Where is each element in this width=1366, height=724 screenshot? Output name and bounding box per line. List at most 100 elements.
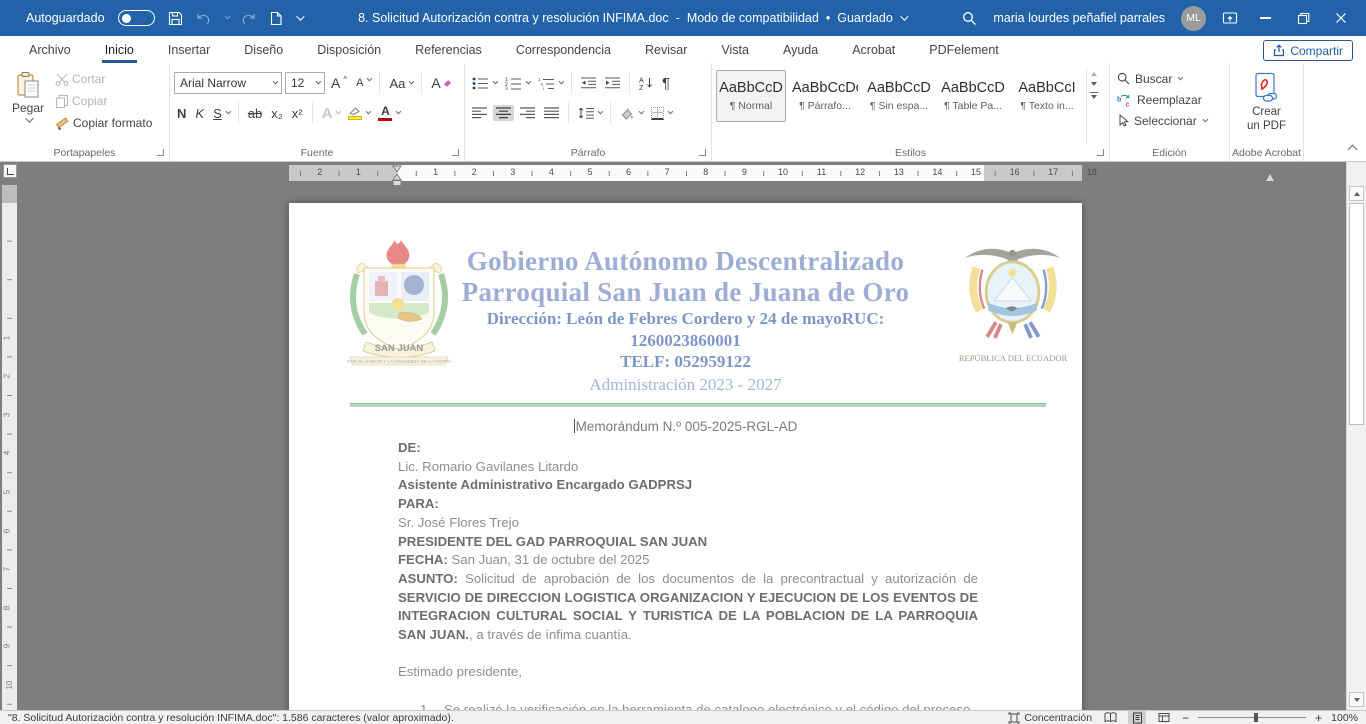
zoom-out-button[interactable]: − [1182, 712, 1189, 724]
style-card-1[interactable]: AaBbCcDc¶ Párrafo... [790, 70, 860, 122]
tab-referencias[interactable]: Referencias [398, 36, 499, 63]
style-card-4[interactable]: AaBbCcI¶ Texto in... [1012, 70, 1082, 122]
memo-greeting[interactable]: Estimado presidente, [398, 663, 978, 682]
justify-button[interactable] [541, 105, 562, 121]
zoom-in-button[interactable]: + [1315, 712, 1322, 724]
vertical-scrollbar[interactable] [1346, 162, 1366, 710]
ribbon-display-options-icon[interactable] [1222, 11, 1238, 25]
collapse-ribbon-icon[interactable] [1348, 145, 1358, 155]
bullets-button[interactable] [469, 75, 499, 92]
zoom-level[interactable]: 100% [1331, 712, 1358, 724]
tab-disposición[interactable]: Disposición [300, 36, 398, 63]
grow-font-button[interactable]: A^ [328, 73, 350, 93]
restore-button[interactable] [1292, 7, 1314, 29]
user-name[interactable]: maria lourdes peñafiel parrales [993, 11, 1165, 25]
memo-fecha[interactable]: FECHA: San Juan, 31 de octubre del 2025 [398, 551, 978, 570]
font-size-combo[interactable]: 12 [285, 72, 325, 94]
styles-more-button[interactable] [1090, 92, 1098, 99]
web-layout-button[interactable] [1155, 711, 1173, 724]
save-icon[interactable] [168, 11, 183, 26]
tab-correspondencia[interactable]: Correspondencia [499, 36, 628, 63]
minimize-button[interactable] [1254, 7, 1276, 29]
shading-button[interactable] [617, 105, 645, 122]
tab-inicio[interactable]: Inicio [88, 36, 151, 63]
style-card-0[interactable]: AaBbCcD¶ Normal [716, 70, 786, 122]
search-icon[interactable] [962, 11, 977, 26]
memo-para-label[interactable]: PARA: [398, 495, 978, 514]
tab-ayuda[interactable]: Ayuda [766, 36, 835, 63]
paragraph-dialog-launcher[interactable] [699, 149, 706, 156]
styles-scroll-up-icon[interactable] [1091, 72, 1097, 76]
superscript-button[interactable]: x² [289, 104, 306, 123]
align-left-button[interactable] [469, 105, 490, 121]
tab-insertar[interactable]: Insertar [151, 36, 227, 63]
clipboard-dialog-launcher[interactable] [157, 149, 164, 156]
borders-button[interactable] [648, 105, 674, 122]
format-painter-button[interactable]: Copiar formato [52, 114, 155, 132]
save-state-chevron-icon[interactable] [900, 12, 908, 20]
underline-button[interactable]: S [210, 104, 232, 123]
clear-formatting-button[interactable]: A [428, 73, 454, 93]
replace-button[interactable]: bc Reemplazar [1114, 89, 1225, 110]
focus-mode-button[interactable]: Concentración [1008, 712, 1092, 724]
text-effects-button[interactable]: A [319, 103, 343, 124]
zoom-slider-thumb[interactable] [1254, 713, 1258, 722]
scroll-up-button[interactable] [1349, 186, 1364, 201]
tab-pdfelement[interactable]: PDFelement [912, 36, 1015, 63]
line-spacing-button[interactable] [575, 105, 604, 121]
indent-marker-first-line[interactable] [392, 165, 402, 187]
tab-archivo[interactable]: Archivo [12, 36, 88, 63]
strikethrough-button[interactable]: ab [245, 104, 265, 123]
multilevel-list-button[interactable]: 1ai [535, 75, 565, 92]
indent-marker-right[interactable] [1266, 174, 1274, 181]
align-center-button[interactable] [493, 105, 514, 121]
tab-revisar[interactable]: Revisar [628, 36, 704, 63]
memo-de-name[interactable]: Lic. Romario Gavilanes Litardo [398, 458, 978, 477]
memo-para-name[interactable]: Sr. José Flores Trejo [398, 514, 978, 533]
scroll-down-button[interactable] [1349, 692, 1364, 707]
memo-de-label[interactable]: DE: [398, 439, 978, 458]
document-icon[interactable] [269, 11, 283, 26]
font-name-combo[interactable]: Arial Narrow [174, 72, 282, 94]
change-case-button[interactable]: Aa [386, 74, 415, 93]
save-state-label[interactable]: Guardado [837, 11, 893, 25]
font-dialog-launcher[interactable] [452, 149, 459, 156]
tab-diseño[interactable]: Diseño [227, 36, 300, 63]
style-card-2[interactable]: AaBbCcD¶ Sin espa... [864, 70, 934, 122]
memo-de-title[interactable]: Asistente Administrativo Encargado GADPR… [398, 476, 978, 495]
read-mode-button[interactable] [1101, 711, 1119, 724]
memo-asunto[interactable]: ASUNTO: Solicitud de aprobación de los d… [398, 570, 978, 645]
avatar[interactable]: ML [1181, 6, 1206, 31]
autosave-toggle[interactable] [118, 10, 155, 26]
align-right-button[interactable] [517, 105, 538, 121]
memo-item-1[interactable]: 1.Se realizó la verificación en la herra… [398, 701, 978, 710]
numbering-button[interactable]: 123 [502, 74, 532, 92]
highlight-button[interactable] [345, 104, 372, 122]
font-color-button[interactable]: A [375, 103, 402, 124]
show-marks-button[interactable]: ¶ [659, 73, 673, 94]
paste-button[interactable]: Pegar [4, 68, 52, 144]
tab-stop-selector[interactable] [3, 164, 17, 178]
shrink-font-button[interactable]: A [353, 75, 373, 91]
print-layout-button[interactable] [1128, 711, 1146, 724]
subscript-button[interactable]: x₂ [268, 104, 286, 123]
style-card-3[interactable]: AaBbCcD¶ Table Pa... [938, 70, 1008, 122]
sort-button[interactable]: AZ [636, 74, 656, 92]
scrollbar-thumb[interactable] [1349, 203, 1364, 425]
word-count-status[interactable]: "8. Solicitud Autorización contra y reso… [8, 712, 454, 724]
select-button[interactable]: Seleccionar [1114, 110, 1225, 131]
zoom-slider[interactable] [1198, 717, 1306, 718]
document-page[interactable]: SAN JUAN POR EL HONOR Y LA GRANDEZA DE L… [289, 203, 1082, 710]
tab-vista[interactable]: Vista [704, 36, 766, 63]
memo-title[interactable]: Memorándum N.º 005-2025-RGL-AD [289, 419, 1082, 434]
close-button[interactable] [1330, 7, 1352, 29]
styles-scroll-down-icon[interactable] [1091, 82, 1097, 86]
tab-acrobat[interactable]: Acrobat [835, 36, 912, 63]
italic-button[interactable]: K [192, 104, 207, 123]
memo-para-title[interactable]: PRESIDENTE DEL GAD PARROQUIAL SAN JUAN [398, 533, 978, 552]
bold-button[interactable]: N [174, 104, 189, 123]
memo-body[interactable]: DE: Lic. Romario Gavilanes Litardo Asist… [398, 439, 978, 710]
decrease-indent-button[interactable] [578, 75, 599, 91]
share-button[interactable]: Compartir [1263, 40, 1353, 61]
create-pdf-button[interactable]: Crear un PDF [1234, 68, 1299, 134]
